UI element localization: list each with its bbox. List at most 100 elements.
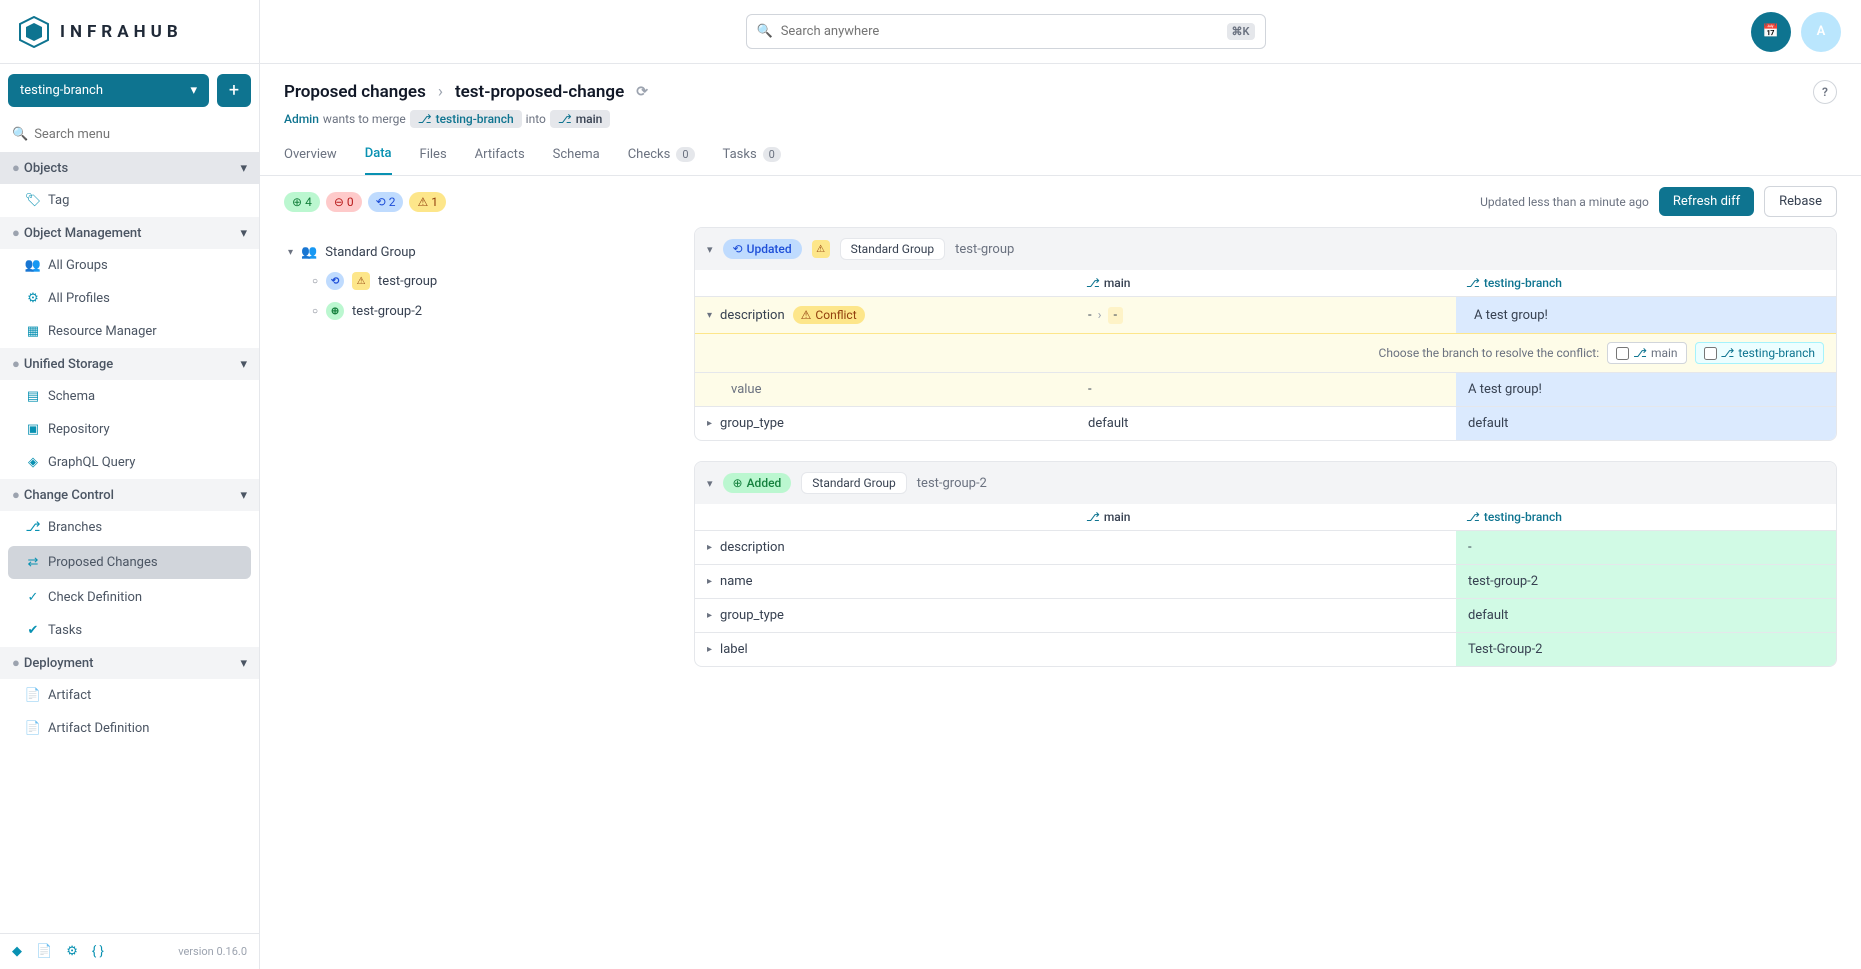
footer-icon-1[interactable]: ◆	[12, 944, 22, 959]
pr-icon: ⇄	[26, 555, 40, 570]
bullet-icon: ○	[312, 306, 318, 317]
plus-icon: ⊕	[292, 195, 302, 209]
tasks-icon: ✔	[26, 623, 40, 638]
nav-item-resource-manager[interactable]: ▦Resource Manager	[0, 315, 259, 348]
status-badge: ⟲Updated	[723, 239, 802, 259]
search-icon: 🔍	[757, 24, 773, 39]
nav-item-branches[interactable]: ⎇Branches	[0, 511, 259, 544]
target-branch-chip[interactable]: ⎇main	[550, 110, 611, 128]
bullet-icon: ○	[312, 276, 318, 287]
source-branch-chip[interactable]: ⎇testing-branch	[410, 110, 522, 128]
tree-item[interactable]: ○ ⊕ test-group-2	[284, 296, 674, 326]
main-value: -	[1076, 373, 1456, 406]
conflict-badge: ⚠Conflict	[793, 306, 865, 324]
nav-item-tasks[interactable]: ✔Tasks	[0, 614, 259, 647]
chevron-right-icon[interactable]: ▸	[707, 644, 712, 655]
tag-icon: 🏷	[26, 193, 40, 208]
tab-checks[interactable]: Checks0	[628, 146, 695, 175]
nav-section-objects[interactable]: ●Objects▾	[0, 152, 259, 184]
tree-root[interactable]: ▾ 👥 Standard Group	[284, 239, 674, 266]
chevron-down-icon: ▾	[240, 226, 247, 241]
diff-card: ▾ ⊕Added Standard Group test-group-2 ⎇ma…	[694, 461, 1837, 667]
refresh-diff-button[interactable]: Refresh diff	[1659, 187, 1754, 216]
nav-item-artifact-definition[interactable]: 📄Artifact Definition	[0, 712, 259, 745]
tab-artifacts[interactable]: Artifacts	[475, 146, 525, 175]
chevron-down-icon[interactable]: ▾	[707, 477, 713, 490]
nav-item-all-profiles[interactable]: ⚙All Profiles	[0, 282, 259, 315]
warning-icon: ⚠	[352, 272, 370, 290]
nav: ●Objects▾ 🏷Tag ●Object Management▾ 👥All …	[0, 152, 259, 933]
reload-icon[interactable]: ⟳	[636, 84, 648, 100]
tab-schema[interactable]: Schema	[553, 146, 600, 175]
nav-section-change-control[interactable]: ●Change Control▾	[0, 479, 259, 511]
nav-item-schema[interactable]: ▤Schema	[0, 380, 259, 413]
attr-name[interactable]: ▸label	[695, 633, 1076, 666]
nav-item-check-definition[interactable]: ✓Check Definition	[0, 581, 259, 614]
branch-icon: ⎇	[1086, 276, 1100, 290]
diff-card-header[interactable]: ▾ ⊕Added Standard Group test-group-2	[695, 462, 1836, 504]
diff-row: ▾ description ⚠Conflict - › - A test gro…	[695, 296, 1836, 333]
tab-files[interactable]: Files	[420, 146, 447, 175]
main: 🔍 ⌘K 📅 A Proposed changes › test-propose…	[260, 0, 1861, 969]
search-menu[interactable]: 🔍	[0, 121, 259, 152]
rebase-button[interactable]: Rebase	[1764, 186, 1837, 217]
attr-name[interactable]: ▸group_type	[695, 599, 1076, 632]
resolve-prompt: Choose the branch to resolve the conflic…	[1379, 346, 1600, 360]
nav-section-storage[interactable]: ●Unified Storage▾	[0, 348, 259, 380]
stat-conflict: ⚠1	[409, 192, 446, 212]
nav-item-all-groups[interactable]: 👥All Groups	[0, 249, 259, 282]
global-search[interactable]: 🔍 ⌘K	[746, 14, 1266, 49]
branch-value: default	[1456, 407, 1836, 440]
chevron-down-icon[interactable]: ▾	[707, 243, 713, 256]
footer-icon-2[interactable]: 📄	[36, 944, 52, 959]
chevron-right-icon[interactable]: ▸	[707, 610, 712, 621]
page-header: Proposed changes › test-proposed-change …	[260, 64, 1861, 128]
merge-user[interactable]: Admin	[284, 112, 319, 126]
attr-name[interactable]: ▸description	[695, 531, 1076, 564]
chevron-down-icon[interactable]: ▾	[707, 310, 712, 321]
notifications-button[interactable]: 📅	[1751, 12, 1791, 52]
attr-name[interactable]: ▾ description ⚠Conflict	[695, 297, 1076, 333]
nav-section-deployment[interactable]: ●Deployment▾	[0, 647, 259, 679]
global-search-input[interactable]	[781, 24, 1219, 39]
tab-tasks[interactable]: Tasks0	[723, 146, 781, 175]
logo[interactable]: INFRAHUB	[0, 0, 259, 64]
nav-item-proposed-changes[interactable]: ⇄Proposed Changes	[8, 546, 251, 579]
attr-name[interactable]: ▸name	[695, 565, 1076, 598]
resolve-option-branch[interactable]: ⎇testing-branch	[1695, 342, 1824, 364]
nav-item-artifact[interactable]: 📄Artifact	[0, 679, 259, 712]
resolve-option-main[interactable]: ⎇main	[1607, 342, 1686, 364]
kind-label: Standard Group	[840, 238, 946, 260]
chevron-right-icon[interactable]: ▸	[707, 418, 712, 429]
tab-overview[interactable]: Overview	[284, 146, 337, 175]
attr-name[interactable]: ▸group_type	[695, 407, 1076, 440]
search-menu-input[interactable]	[34, 127, 247, 142]
tab-data[interactable]: Data	[365, 146, 392, 175]
footer-icon-3[interactable]: ⚙	[66, 944, 78, 959]
branch-icon: ⎇	[1466, 510, 1480, 524]
chevron-down-icon: ▾	[240, 656, 247, 671]
chevron-right-icon[interactable]: ▸	[707, 542, 712, 553]
add-branch-button[interactable]: +	[217, 74, 251, 107]
main-value	[1076, 633, 1456, 666]
diff-row: value - A test group!	[695, 372, 1836, 406]
nav-item-repository[interactable]: ▣Repository	[0, 413, 259, 446]
diff-row: ▸label Test-Group-2	[695, 632, 1836, 666]
nav-item-graphql[interactable]: ◈GraphQL Query	[0, 446, 259, 479]
groups-icon: 👥	[26, 258, 40, 273]
branch-icon: ⎇	[26, 520, 40, 535]
sidebar-footer: ◆ 📄 ⚙ { } version 0.16.0	[0, 933, 259, 969]
breadcrumb-parent[interactable]: Proposed changes	[284, 82, 426, 102]
nav-section-object-management[interactable]: ●Object Management▾	[0, 217, 259, 249]
nav-item-tag[interactable]: 🏷Tag	[0, 184, 259, 217]
avatar[interactable]: A	[1801, 12, 1841, 52]
chevron-right-icon[interactable]: ▸	[707, 576, 712, 587]
updated-icon: ⟲	[326, 272, 344, 290]
diff-card-header[interactable]: ▾ ⟲Updated ⚠ Standard Group test-group	[695, 228, 1836, 270]
branch-name: testing-branch	[20, 83, 103, 98]
footer-icon-4[interactable]: { }	[92, 944, 104, 959]
branch-selector[interactable]: testing-branch ▾	[8, 74, 209, 107]
help-button[interactable]: ?	[1813, 80, 1837, 104]
tree-item[interactable]: ○ ⟲ ⚠ test-group	[284, 266, 674, 296]
logo-text: INFRAHUB	[60, 22, 183, 42]
